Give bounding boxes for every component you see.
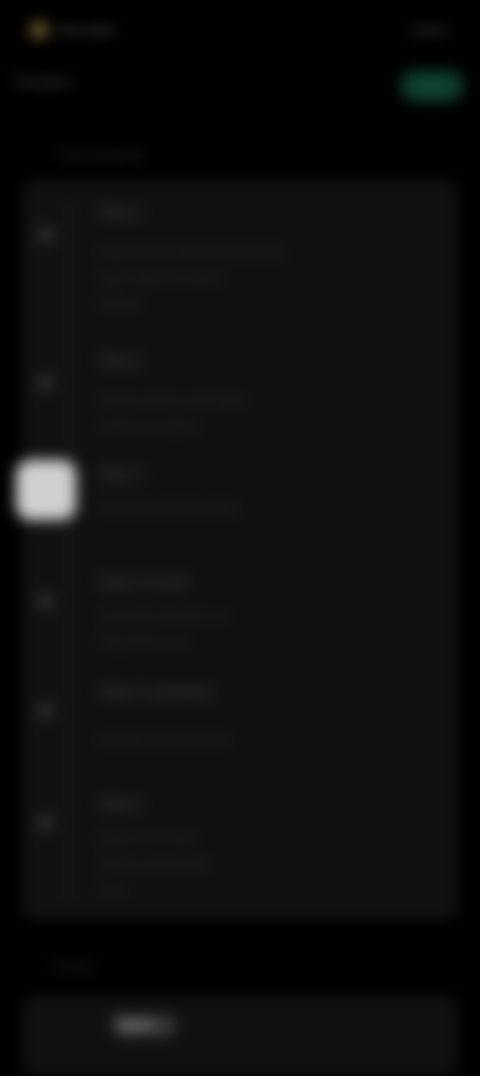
timeline-item-title: Step 3 (98, 466, 144, 483)
timeline-marker-icon (36, 814, 54, 832)
timeline-item-line: Detect outlines and edges (98, 392, 249, 407)
back-button[interactable]: Timeline (12, 74, 72, 92)
save-button[interactable]: Save (400, 70, 464, 102)
section-title: Track progress (54, 146, 147, 162)
header: Timeline Save (0, 64, 480, 112)
timeline-item-line: Done (98, 882, 130, 897)
timeline-item-line: Compile the final report (98, 732, 233, 747)
timeline-item-line: Generate preview output (98, 500, 241, 515)
timeline-marker-icon (36, 374, 54, 392)
timeline-item-title: Step 6 (98, 796, 144, 813)
timeline-marker-icon (36, 702, 54, 720)
timeline-item-line: Align reference points (98, 270, 224, 285)
recording-indicator-icon (30, 21, 48, 39)
bottom-card (22, 996, 458, 1076)
timeline-item-line: Label key regions (98, 418, 200, 433)
timeline-item-title: Step 1 (98, 204, 144, 221)
timeline-item-title: Step 2 (98, 352, 144, 369)
open-button[interactable]: Open (114, 1016, 176, 1036)
status-bar: Recorder Status (30, 18, 450, 42)
timeline-item-line: Export and share (98, 830, 198, 845)
active-step-marker-icon (16, 460, 76, 520)
timeline-marker-icon (36, 592, 54, 610)
timeline-item-line: Compare with prior run (98, 608, 231, 623)
timeline-item-line: Flag differences (98, 634, 191, 649)
timeline-item-title: Step 5 summary (98, 684, 214, 701)
timeline-item-line: Review (98, 296, 141, 311)
screen: Recorder Status Timeline Save Track prog… (0, 0, 480, 1076)
status-right-text: Status (410, 22, 450, 38)
timeline-item-line: Capture the initial source frames (98, 244, 286, 259)
timeline-card (22, 180, 458, 920)
timeline-item-title: Step 4 result (98, 574, 189, 591)
footer-section-title: Activity (50, 958, 95, 974)
status-left-text: Recorder (58, 22, 116, 38)
timeline-rail (66, 200, 70, 900)
timeline-marker-icon (36, 226, 54, 244)
timeline-item-line: Archive project files (98, 856, 211, 871)
status-left: Recorder (30, 21, 116, 39)
